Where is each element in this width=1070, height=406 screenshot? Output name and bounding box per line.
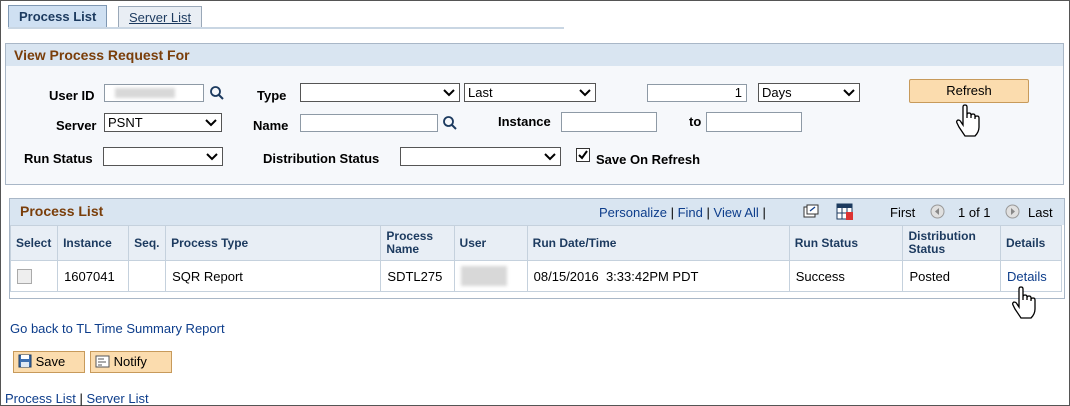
server-list-link[interactable]: Server List [86,391,148,406]
refresh-button-label: Refresh [946,83,992,98]
refresh-button[interactable]: Refresh [909,79,1029,103]
chevron-down-icon [843,89,855,97]
chevron-down-icon [205,119,217,127]
toolbar-separator: | [670,205,674,220]
instance-cell: 1607041 [57,260,130,292]
toolbar-separator: | [762,205,766,220]
range-unit-select[interactable]: Days [758,83,860,102]
instance-to-input[interactable] [706,112,802,132]
col-distribution-status: Distribution Status [902,225,1001,261]
distribution-status-cell: Posted [902,260,1001,292]
view-all-link[interactable]: View All [714,205,759,220]
table-row: 1607041 SQR Report SDTL275 08/15/2016 3:… [9,260,1063,292]
details-link[interactable]: Details [1007,269,1047,284]
notify-button-label: Notify [113,354,147,369]
personalize-link[interactable]: Personalize [599,205,667,220]
grid-toolbar: Personalize | Find | View All | [599,205,766,220]
col-run-datetime: Run Date/Time [526,225,790,261]
run-datetime-cell: 08/15/2016 3:33:42PM PDT [526,260,790,292]
col-process-type: Process Type [165,225,382,261]
chevron-down-icon [206,153,218,161]
panel-title: View Process Request For [6,44,1063,66]
footer-separator: | [79,391,83,406]
tab-process-list-label: Process List [19,9,97,24]
col-user: User [453,225,528,261]
save-on-refresh-checkbox[interactable] [576,148,590,162]
distribution-status-select[interactable] [400,147,561,166]
chevron-down-icon [579,89,591,97]
instance-label: Instance [498,114,551,129]
next-icon[interactable] [1005,204,1020,219]
save-icon [18,354,32,368]
server-select-value: PSNT [108,115,143,130]
instance-from-input[interactable] [561,112,657,132]
grid-title: Process List [20,203,104,219]
process-table: Select Instance Seq. Process Type Proces… [9,225,1063,292]
col-process-name: Process Name [380,225,455,261]
notify-button[interactable]: Notify [90,351,172,373]
to-label: to [689,114,702,129]
search-icon[interactable] [209,85,225,101]
first-label: First [890,205,916,220]
range-select-value: Last [468,85,493,100]
toolbar-separator: | [706,205,710,220]
save-button[interactable]: Save [13,351,85,373]
process-list-link[interactable]: Process List [5,391,76,406]
process-type-cell: SQR Report [165,260,382,292]
col-details: Details [999,225,1063,261]
server-label: Server [56,118,97,133]
notify-icon [95,355,110,368]
user-id-input[interactable] [104,84,204,102]
server-select[interactable]: PSNT [104,113,222,132]
go-back-link[interactable]: Go back to TL Time Summary Report [10,321,225,336]
distribution-status-label: Distribution Status [263,151,380,166]
select-cell [9,260,59,292]
hand-cursor-icon [1012,286,1036,319]
user-cell [453,260,528,292]
redacted-user [460,266,507,286]
name-label: Name [253,118,289,133]
col-run-status: Run Status [788,225,904,261]
range-select[interactable]: Last [464,83,596,102]
chevron-down-icon [544,153,556,161]
footer-links: Process List | Server List [5,391,149,406]
last-label: Last [1028,205,1053,220]
search-icon[interactable] [442,115,458,131]
find-link[interactable]: Find [678,205,703,220]
col-instance: Instance [57,225,130,261]
run-status-cell: Success [788,260,904,292]
grid-pager: First [890,205,915,220]
row-select-checkbox[interactable] [17,269,32,285]
hand-cursor-icon [956,104,980,137]
download-grid-icon[interactable] [836,203,853,220]
type-select[interactable] [300,83,460,102]
tab-process-list[interactable]: Process List [8,5,108,29]
save-on-refresh-label: Save On Refresh [596,152,701,167]
process-name-cell: SDTL275 [380,260,455,292]
grid-header-bar: Process List Personalize | Find | View A… [10,199,1064,225]
redacted-user-id [115,88,175,98]
table-header-row: Select Instance Seq. Process Type Proces… [9,225,1063,261]
previous-icon[interactable] [930,204,945,219]
process-list-grid: Process List Personalize | Find | View A… [9,198,1065,299]
tab-server-list[interactable]: Server List [118,6,203,29]
col-seq: Seq. [128,225,167,261]
seq-cell [128,260,167,292]
range-number-input[interactable]: 1 [647,84,747,102]
type-label: Type [257,88,287,103]
run-status-label: Run Status [24,151,93,166]
user-id-label: User ID [49,88,95,103]
tab-server-list-label: Server List [129,10,192,25]
new-window-icon[interactable] [803,204,819,219]
save-button-label: Save [35,354,66,369]
name-input[interactable] [300,114,438,132]
chevron-down-icon [443,89,455,97]
range-number-value: 1 [734,85,742,100]
tab-divider [8,27,564,29]
range-unit-value: Days [762,85,792,100]
checkmark-icon [578,150,588,160]
run-status-select[interactable] [103,147,223,166]
col-select: Select [9,225,59,261]
page-range: 1 of 1 [958,205,991,220]
